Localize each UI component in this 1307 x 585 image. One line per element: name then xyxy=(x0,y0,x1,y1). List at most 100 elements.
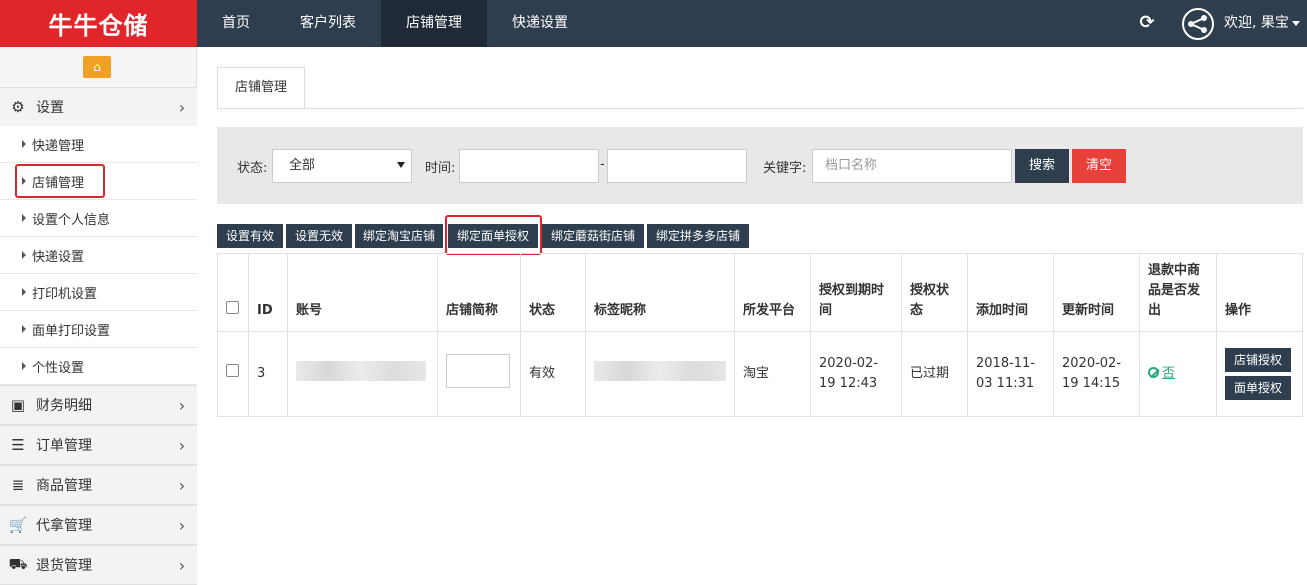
user-menu[interactable]: 欢迎, 果宝 xyxy=(1224,0,1300,47)
truck-icon: ⛟ xyxy=(8,555,28,573)
status-select[interactable]: 全部 xyxy=(272,149,412,183)
row-select-cell xyxy=(217,331,249,417)
header-select-all xyxy=(217,253,249,332)
sidebar-item-label: 店铺管理 xyxy=(32,175,85,191)
search-button[interactable]: 搜索 xyxy=(1015,149,1069,183)
nav-home[interactable]: 首页 xyxy=(197,0,275,47)
cell-id: 3 xyxy=(248,331,288,417)
set-invalid-button[interactable]: 设置无效 xyxy=(286,224,352,248)
select-all-checkbox[interactable] xyxy=(226,301,239,314)
sidebar-group-label: 财务明细 xyxy=(36,398,92,414)
chevron-right-icon: › xyxy=(178,475,186,495)
status-label: 状态: xyxy=(237,161,268,176)
keyword-label: 关键字: xyxy=(763,161,807,176)
header-shop-short-name: 店铺简称 xyxy=(437,253,521,332)
cell-refund-shipped: 否 xyxy=(1139,331,1217,417)
nav-express-settings[interactable]: 快递设置 xyxy=(487,0,593,47)
caret-right-icon xyxy=(22,140,26,148)
chevron-right-icon: › xyxy=(178,395,186,415)
caret-right-icon xyxy=(22,325,26,333)
header-id: ID xyxy=(248,253,288,332)
sidebar-group-orders[interactable]: ☰ 订单管理 › xyxy=(0,425,197,465)
sidebar-item-printer-settings[interactable]: 打印机设置 xyxy=(0,274,197,311)
cart-icon: 🛒 xyxy=(8,516,28,534)
sidebar-group-returns[interactable]: ⛟ 退货管理 › xyxy=(0,545,197,585)
cell-auth-expiry: 2020-02-19 12:43 xyxy=(810,331,902,417)
end-time-input[interactable] xyxy=(607,149,747,183)
time-separator: - xyxy=(600,157,605,172)
keyword-input[interactable]: 档口名称 xyxy=(812,149,1012,183)
start-time-input[interactable] xyxy=(459,149,599,183)
sidebar-group-settings[interactable]: ⚙ 设置 › xyxy=(0,87,197,127)
briefcase-icon: ▣ xyxy=(10,396,26,414)
cell-platform: 淘宝 xyxy=(734,331,811,417)
nav-shop-management[interactable]: 店铺管理 xyxy=(381,0,487,47)
sidebar-item-label: 设置个人信息 xyxy=(32,212,111,228)
user-avatar-icon[interactable] xyxy=(1182,8,1214,40)
cell-shop-short-name xyxy=(437,331,521,417)
sidebar-item-label: 面单打印设置 xyxy=(32,323,111,339)
sidebar-group-label: 设置 xyxy=(36,100,64,116)
home-icon[interactable]: ⌂ xyxy=(83,56,111,78)
time-label: 时间: xyxy=(425,161,456,176)
bind-taobao-button[interactable]: 绑定淘宝店铺 xyxy=(355,224,443,248)
cell-tag-nickname xyxy=(585,331,735,417)
clear-button[interactable]: 清空 xyxy=(1072,149,1126,183)
shop-auth-button[interactable]: 店铺授权 xyxy=(1225,348,1291,372)
header-updated-time: 更新时间 xyxy=(1053,253,1140,332)
waybill-auth-button[interactable]: 面单授权 xyxy=(1225,376,1291,400)
list-icon: ≣ xyxy=(11,476,25,494)
sidebar-item-waybill-print-settings[interactable]: 面单打印设置 xyxy=(0,311,197,348)
user-greeting: 欢迎, 果宝 xyxy=(1224,15,1289,31)
tab-shop-management[interactable]: 店铺管理 xyxy=(217,67,305,109)
caret-right-icon xyxy=(22,251,26,259)
chevron-right-icon: › xyxy=(178,97,186,117)
sidebar-item-label: 快递设置 xyxy=(32,249,85,265)
bind-waybill-auth-button[interactable]: 绑定面单授权 xyxy=(448,224,538,248)
nav-customer-list[interactable]: 客户列表 xyxy=(275,0,381,47)
header-refund-shipped: 退款中商品是否发出 xyxy=(1139,253,1217,332)
status-select-value: 全部 xyxy=(289,158,316,173)
redacted-shop-short-name xyxy=(446,353,510,388)
row-checkbox[interactable] xyxy=(226,364,239,377)
redacted-tag-nickname xyxy=(594,360,726,381)
sidebar-group-label: 代拿管理 xyxy=(36,518,92,534)
set-valid-button[interactable]: 设置有效 xyxy=(217,224,283,248)
sidebar-item-personal-info[interactable]: 设置个人信息 xyxy=(0,200,197,237)
header-auth-expiry: 授权到期时间 xyxy=(810,253,902,332)
bind-pinduoduo-button[interactable]: 绑定拼多多店铺 xyxy=(647,224,749,248)
top-bar: 牛牛仓储 首页 客户列表 店铺管理 快递设置 ⟳ 欢迎, 果宝 xyxy=(0,0,1307,47)
sidebar-item-label: 个性设置 xyxy=(32,360,85,376)
cell-account xyxy=(287,331,438,417)
cell-updated-time: 2020-02-19 14:15 xyxy=(1053,331,1140,417)
refresh-icon[interactable]: ⟳ xyxy=(1137,13,1157,33)
brand-logo[interactable]: 牛牛仓储 xyxy=(0,0,197,47)
header-operations: 操作 xyxy=(1216,253,1303,332)
filter-bar: 状态: 全部 时间: - 关键字: 档口名称 搜索 清空 xyxy=(217,127,1303,204)
ban-icon xyxy=(1148,367,1159,378)
table-row: 3 有效 淘宝 2020-02-19 12:43 已过期 2018-11-03 … xyxy=(217,331,1303,417)
sidebar-item-express-management[interactable]: 快递管理 xyxy=(0,126,197,163)
sidebar-group-pickup[interactable]: 🛒 代拿管理 › xyxy=(0,505,197,545)
sidebar-item-personalization[interactable]: 个性设置 xyxy=(0,348,197,385)
cell-added-time: 2018-11-03 11:31 xyxy=(967,331,1054,417)
header-account: 账号 xyxy=(287,253,438,332)
caret-right-icon xyxy=(22,362,26,370)
bind-mogujie-button[interactable]: 绑定蘑菇街店铺 xyxy=(542,224,644,248)
header-status: 状态 xyxy=(520,253,586,332)
sidebar-item-label: 打印机设置 xyxy=(32,286,98,302)
sidebar-group-products[interactable]: ≣ 商品管理 › xyxy=(0,465,197,505)
caret-right-icon xyxy=(22,177,26,185)
cell-operations: 店铺授权 面单授权 xyxy=(1216,331,1303,417)
sidebar-group-finance[interactable]: ▣ 财务明细 › xyxy=(0,385,197,425)
caret-right-icon xyxy=(22,288,26,296)
sidebar-item-shop-management[interactable]: 店铺管理 xyxy=(0,163,197,200)
top-nav: 首页 客户列表 店铺管理 快递设置 xyxy=(197,0,593,47)
sidebar-item-express-settings[interactable]: 快递设置 xyxy=(0,237,197,274)
refund-shipped-link[interactable]: 否 xyxy=(1162,366,1175,381)
sidebar-item-label: 快递管理 xyxy=(32,138,85,154)
sidebar-group-label: 商品管理 xyxy=(36,478,92,494)
cell-status: 有效 xyxy=(520,331,586,417)
header-auth-status: 授权状态 xyxy=(901,253,968,332)
bars-icon: ☰ xyxy=(11,436,25,454)
